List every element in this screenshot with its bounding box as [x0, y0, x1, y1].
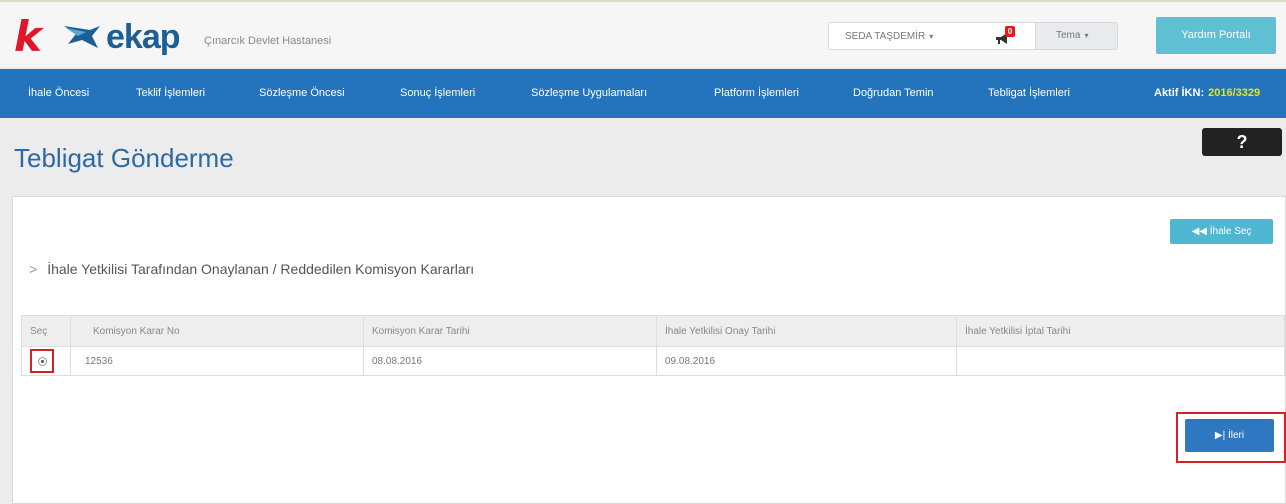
select-radio[interactable] [38, 357, 47, 366]
double-arrow-left-icon: ◀◀ [1191, 226, 1210, 237]
header-karar-no: Komisyon Karar No [70, 315, 364, 347]
theme-label: Tema [1056, 30, 1081, 41]
header-karar-tarihi: Komisyon Karar Tarihi [363, 315, 657, 347]
next-label: İleri [1227, 430, 1245, 441]
chevron-right-icon: > [29, 261, 38, 277]
cell-iptal-tarihi [956, 346, 1285, 376]
ihale-sec-label: İhale Seç [1209, 226, 1252, 237]
nav-platform-islemleri[interactable]: Platform İşlemleri [714, 69, 799, 118]
cell-karar-tarihi: 08.08.2016 [363, 346, 657, 376]
active-ikn-value: 2016/3329 [1208, 87, 1261, 99]
nav-tebligat-islemleri[interactable]: Tebligat İşlemleri [988, 69, 1070, 118]
select-cell [21, 346, 71, 376]
active-ikn-label: Aktif İKN: [1154, 87, 1205, 99]
caret-down-icon: ▾ [1084, 31, 1089, 40]
ihale-sec-button[interactable]: ◀◀ İhale Seç [1170, 219, 1273, 244]
logo-text: ekap [106, 18, 180, 56]
nav-sonuc-islemleri[interactable]: Sonuç İşlemleri [400, 69, 475, 118]
user-box: SEDA TAŞDEMİR ▾ 0 Tema ▾ [828, 22, 1118, 50]
top-header: k ekap Çınarcık Devlet Hastanesi SEDA TA… [0, 0, 1286, 67]
table-header-row: Seç Komisyon Karar No Komisyon Karar Tar… [21, 315, 1285, 347]
notifications-button[interactable]: 0 [995, 26, 1017, 46]
table-row[interactable]: 12536 08.08.2016 09.08.2016 [21, 346, 1285, 376]
select-highlight [30, 349, 54, 373]
theme-menu[interactable]: Tema ▾ [1035, 23, 1117, 49]
nav-dogrudan-temin[interactable]: Doğrudan Temin [853, 69, 934, 118]
nav-sozlesme-oncesi[interactable]: Sözleşme Öncesi [259, 69, 345, 118]
header-onay-tarihi: İhale Yetkilisi Onay Tarihi [656, 315, 957, 347]
page-title: Tebligat Gönderme [14, 143, 234, 173]
content-panel: ◀◀ İhale Seç > İhale Yetkilisi Tarafından… [12, 196, 1286, 504]
header-iptal-tarihi: İhale Yetkilisi İptal Tarihi [956, 315, 1285, 347]
nav-teklif-islemleri[interactable]: Teklif İşlemleri [136, 69, 205, 118]
section-title: İhale Yetkilisi Tarafından Onaylanan / R… [47, 261, 475, 277]
step-forward-icon: ▶| [1214, 430, 1228, 441]
header-sec: Seç [21, 315, 71, 347]
help-button[interactable]: ? [1202, 128, 1282, 156]
user-name: SEDA TAŞDEMİR [845, 31, 926, 42]
notification-badge: 0 [1005, 26, 1015, 37]
logo-letter: k [14, 12, 42, 61]
active-ikn: Aktif İKN: 2016/3329 [1154, 69, 1260, 118]
user-menu[interactable]: SEDA TAŞDEMİR ▾ [845, 31, 933, 43]
logo-bird-icon [64, 26, 100, 48]
decisions-table: Seç Komisyon Karar No Komisyon Karar Tar… [21, 315, 1285, 376]
cell-karar-no: 12536 [70, 346, 364, 376]
section-header[interactable]: > İhale Yetkilisi Tarafından Onaylanan / … [29, 261, 474, 277]
institution-name: Çınarcık Devlet Hastanesi [204, 35, 332, 47]
nav-sozlesme-uygulamalari[interactable]: Sözleşme Uygulamaları [531, 69, 647, 118]
caret-down-icon: ▾ [929, 32, 934, 41]
next-button[interactable]: ▶| İleri [1185, 419, 1274, 452]
help-portal-button[interactable]: Yardım Portalı [1156, 17, 1276, 54]
main-nav: İhale Öncesi Teklif İşlemleri Sözleşme Ö… [0, 69, 1286, 118]
nav-ihale-oncesi[interactable]: İhale Öncesi [28, 69, 89, 118]
cell-onay-tarihi: 09.08.2016 [656, 346, 957, 376]
